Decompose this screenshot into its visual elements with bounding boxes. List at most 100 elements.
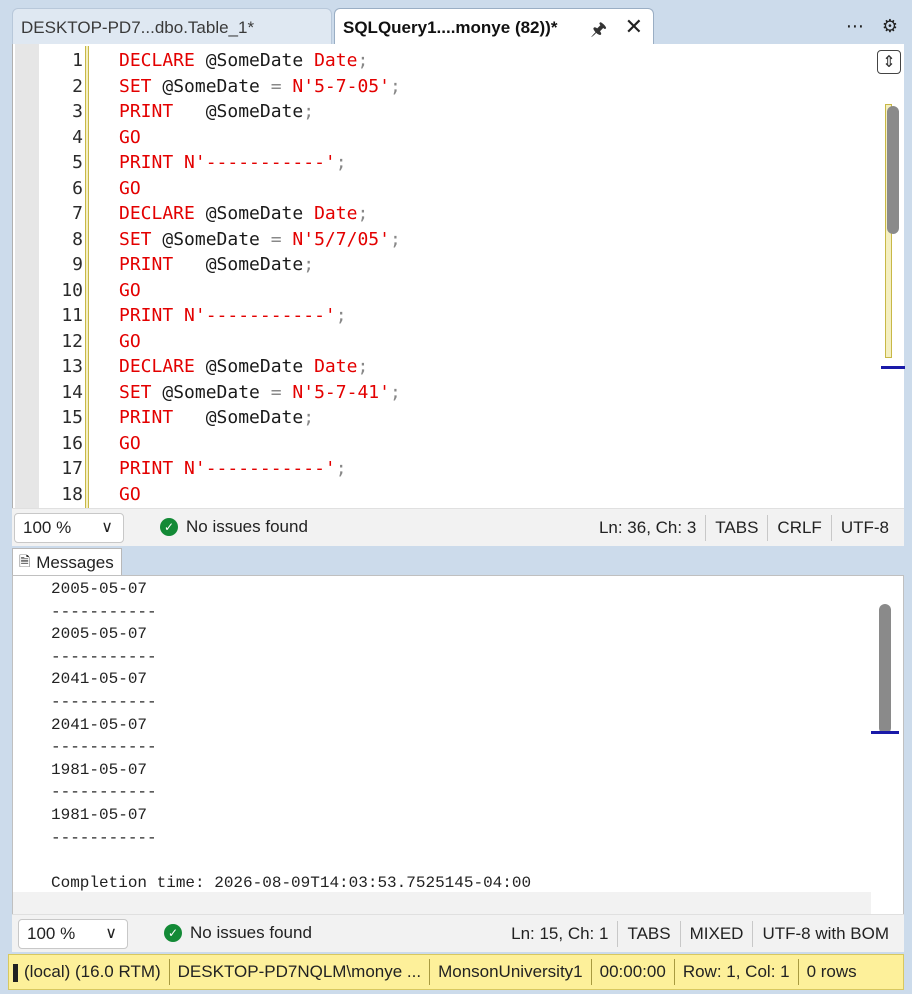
check-circle-icon: ✓	[160, 518, 178, 536]
code-line[interactable]: GO	[119, 278, 401, 304]
code-token: SET	[119, 75, 163, 97]
more-icon[interactable]: ⋯	[846, 16, 864, 37]
split-editor-icon[interactable]: ⇕	[877, 50, 901, 74]
code-line[interactable]: GO	[119, 482, 401, 508]
code-token: @SomeDate	[205, 50, 315, 71]
code-token: ;	[303, 407, 315, 428]
message-line	[51, 849, 531, 872]
code-line[interactable]: DECLARE @SomeDate Date;	[119, 201, 401, 227]
tab-label: Messages	[36, 552, 114, 572]
connection-status-bar: (local) (16.0 RTM) DESKTOP-PD7NQLM\monye…	[8, 954, 904, 990]
code-token: N'5/7/05'	[292, 228, 390, 250]
message-line: 2041-05-07	[51, 670, 148, 689]
zoom-select[interactable]: 100 % ∨	[14, 513, 124, 543]
messages-status-bar: 100 % ∨ ✓ No issues found Ln: 15, Ch: 1 …	[12, 914, 904, 952]
code-token: DECLARE	[119, 356, 206, 377]
tab-label: SQLQuery1....monye (82))*	[343, 17, 558, 37]
zoom-value: 100 %	[27, 924, 76, 943]
code-line[interactable]: PRINT @SomeDate;	[119, 405, 401, 431]
code-token: @SomeDate	[162, 75, 271, 97]
pin-icon[interactable]: 🖈	[590, 17, 607, 47]
code-token: @SomeDate	[205, 356, 315, 377]
code-line[interactable]: SET @SomeDate = N'5-7-05';	[119, 74, 401, 100]
message-line: -----------	[51, 828, 157, 847]
code-token: Date	[314, 50, 358, 71]
line-ending[interactable]: MIXED	[679, 921, 753, 947]
tab-table-design[interactable]: DESKTOP-PD7...dbo.Table_1*	[12, 8, 332, 46]
caret-position-marker	[881, 366, 905, 369]
encoding[interactable]: UTF-8 with BOM	[752, 921, 898, 947]
gear-icon[interactable]: ⚙	[882, 16, 898, 37]
line-number: 12	[61, 330, 83, 352]
message-line: 1981-05-07	[51, 760, 148, 779]
code-token: @SomeDate	[162, 228, 271, 250]
code-line[interactable]: GO	[119, 329, 401, 355]
code-token: ;	[389, 228, 401, 250]
code-line[interactable]: GO	[119, 125, 401, 151]
encoding[interactable]: UTF-8	[830, 515, 898, 541]
line-number: 6	[72, 177, 83, 199]
code-line[interactable]: PRINT N'-----------';	[119, 150, 401, 176]
line-numbers: 1 2 3 4 5 6 7 8 9 10 11 12 13 14 15 16 17 18	[39, 48, 83, 507]
line-number: 11	[61, 305, 83, 326]
issues-indicator[interactable]: ✓ No issues found	[164, 923, 312, 943]
code-token: GO	[119, 330, 141, 352]
line-number: 1	[72, 50, 83, 71]
messages-pane[interactable]: 2005-05-07 ----------- 2005-05-07 ---------…	[12, 575, 904, 915]
issues-indicator[interactable]: ✓ No issues found	[160, 517, 308, 537]
code-token: GO	[119, 432, 141, 454]
line-number: 16	[61, 432, 83, 454]
code-line[interactable]: PRINT N'-----------';	[119, 456, 401, 482]
query-editor[interactable]: 1 2 3 4 5 6 7 8 9 10 11 12 13 14 15 16 17 18 DECLARE @Som…	[12, 44, 905, 508]
line-ending[interactable]: CRLF	[767, 515, 830, 541]
line-number: 4	[72, 126, 83, 148]
code-token: ;	[335, 305, 347, 326]
code-token: GO	[119, 177, 141, 199]
code-token: ;	[335, 152, 347, 173]
indent-mode[interactable]: TABS	[617, 921, 679, 947]
scrollbar-thumb[interactable]	[879, 604, 891, 734]
code-line[interactable]: SET @SomeDate = N'5/7/05';	[119, 227, 401, 253]
close-icon[interactable]: ✕	[625, 14, 643, 40]
code-line[interactable]: DECLARE @SomeDate Date;	[119, 354, 401, 380]
code-line[interactable]: SET @SomeDate = N'5-7-41';	[119, 380, 401, 406]
code-token: @SomeDate	[205, 101, 304, 122]
line-number: 17	[61, 458, 83, 479]
scrollbar-thumb[interactable]	[887, 106, 899, 234]
code-line[interactable]: PRINT @SomeDate;	[119, 252, 401, 278]
code-line[interactable]: GO	[119, 176, 401, 202]
indent-mode[interactable]: TABS	[705, 515, 767, 541]
message-line: 2005-05-07	[51, 625, 148, 644]
code-token: ;	[303, 254, 315, 275]
code-token: N'5-7-05'	[292, 75, 390, 97]
code-token: ;	[389, 75, 401, 97]
line-number: 3	[72, 101, 83, 122]
code-line[interactable]: GO	[119, 431, 401, 457]
cursor-position[interactable]: Ln: 15, Ch: 1	[502, 921, 617, 947]
code-token: ;	[357, 356, 369, 377]
code-line[interactable]: DECLARE @SomeDate Date;	[119, 48, 401, 74]
code-token: DECLARE	[119, 50, 206, 71]
tab-label: DESKTOP-PD7...dbo.Table_1*	[21, 17, 255, 37]
code-token: ;	[357, 203, 369, 224]
code-token: PRINT	[119, 305, 185, 326]
message-line: -----------	[51, 602, 157, 621]
code-line[interactable]: PRINT N'-----------';	[119, 303, 401, 329]
check-circle-icon: ✓	[164, 924, 182, 942]
status-icon	[13, 963, 18, 982]
cursor-position[interactable]: Ln: 36, Ch: 3	[590, 515, 705, 541]
editor-vertical-scrollbar[interactable]	[881, 104, 905, 369]
tab-sql-query[interactable]: SQLQuery1....monye (82))* 🖈 ✕	[334, 8, 654, 46]
line-number: 18	[61, 483, 83, 505]
message-line: 1981-05-07	[51, 805, 148, 824]
message-line: -----------	[51, 738, 157, 757]
code-token: N'-----------'	[184, 305, 336, 326]
zoom-select[interactable]: 100 % ∨	[18, 919, 128, 949]
ssms-window: DESKTOP-PD7...dbo.Table_1* SQLQuery1....…	[0, 0, 912, 994]
tab-messages[interactable]: 🗎 Messages	[12, 548, 122, 576]
messages-horizontal-scrollbar[interactable]	[13, 892, 871, 914]
code-line[interactable]: PRINT @SomeDate;	[119, 99, 401, 125]
code-text[interactable]: DECLARE @SomeDate Date; SET @SomeDate = N…	[119, 48, 401, 507]
code-token: DECLARE	[119, 203, 206, 224]
code-token: =	[270, 228, 293, 250]
